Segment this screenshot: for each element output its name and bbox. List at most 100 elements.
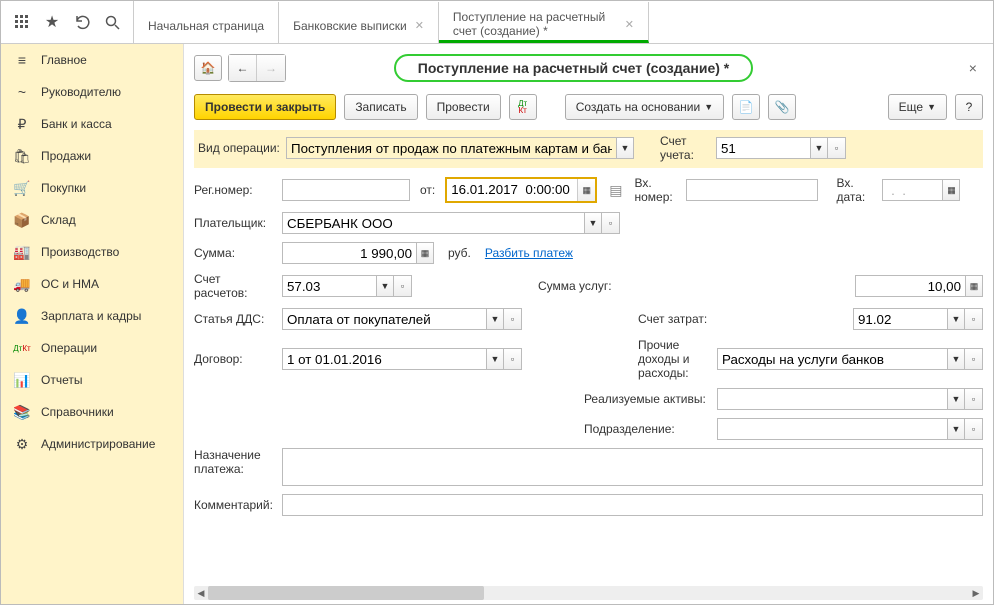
sidebar: ≡Главное ~Руководителю ₽Банк и касса 🛍Пр… <box>1 44 184 604</box>
close-button[interactable]: × <box>963 60 983 76</box>
split-payment-link[interactable]: Разбить платеж <box>485 246 573 260</box>
purpose-input[interactable] <box>282 448 983 486</box>
close-icon[interactable]: ✕ <box>625 18 634 31</box>
sidebar-item-admin[interactable]: ⚙Администрирование <box>1 428 183 460</box>
report-icon: 📊 <box>13 372 31 389</box>
date-field[interactable]: ▦ <box>445 177 597 203</box>
books-icon: 📚 <box>13 404 31 421</box>
attach-button[interactable]: 📎 <box>768 94 796 120</box>
comment-label: Комментарий: <box>194 498 276 512</box>
open-icon[interactable]: ▫ <box>828 137 846 159</box>
factory-icon: 🏭 <box>13 244 31 261</box>
tab-bank-statements[interactable]: Банковские выписки✕ <box>279 2 439 43</box>
open-icon[interactable]: ▫ <box>965 348 983 370</box>
in-number-input[interactable] <box>686 179 818 201</box>
contract-field[interactable]: ▼ ▫ <box>282 348 522 370</box>
contract-label: Договор: <box>194 352 276 366</box>
svc-sum-label: Сумма услуг: <box>538 279 648 293</box>
debit-credit-button[interactable]: ДтКт <box>509 94 537 120</box>
dropdown-icon[interactable]: ▼ <box>947 388 965 410</box>
forward-button[interactable]: → <box>257 55 285 81</box>
open-icon[interactable]: ▫ <box>965 418 983 440</box>
dropdown-icon[interactable]: ▼ <box>947 418 965 440</box>
post-and-close-button[interactable]: Провести и закрыть <box>194 94 336 120</box>
sidebar-item-reports[interactable]: 📊Отчеты <box>1 364 183 396</box>
open-icon[interactable]: ▫ <box>394 275 412 297</box>
create-based-button[interactable]: Создать на основании ▼ <box>565 94 724 120</box>
sidebar-item-hr[interactable]: 👤Зарплата и кадры <box>1 300 183 332</box>
scroll-right-icon[interactable]: ▶ <box>969 586 983 600</box>
dds-field[interactable]: ▼ ▫ <box>282 308 522 330</box>
apps-icon[interactable] <box>9 9 35 35</box>
tab-bar: Начальная страница Банковские выписки✕ П… <box>134 1 649 43</box>
dropdown-icon[interactable]: ▼ <box>376 275 394 297</box>
sidebar-item-warehouse[interactable]: 📦Склад <box>1 204 183 236</box>
calc-icon[interactable]: ▦ <box>416 242 434 264</box>
page-title: Поступление на расчетный счет (создание)… <box>394 54 753 82</box>
star-icon[interactable]: ★ <box>39 9 65 35</box>
dropdown-icon[interactable]: ▼ <box>616 137 634 159</box>
calendar-icon[interactable]: ▦ <box>577 179 595 201</box>
scroll-thumb[interactable] <box>208 586 484 600</box>
sidebar-item-assets[interactable]: 🚚ОС и НМА <box>1 268 183 300</box>
department-label: Подразделение: <box>584 422 711 436</box>
sidebar-item-purchases[interactable]: 🛒Покупки <box>1 172 183 204</box>
search-icon[interactable] <box>99 9 125 35</box>
settle-account-field[interactable]: ▼ ▫ <box>282 275 412 297</box>
chart-icon: ~ <box>13 84 31 100</box>
payer-label: Плательщик: <box>194 216 276 230</box>
save-button[interactable]: Записать <box>344 94 417 120</box>
more-button[interactable]: Еще ▼ <box>888 94 947 120</box>
open-icon[interactable]: ▫ <box>965 308 983 330</box>
sum-field[interactable]: ▦ <box>282 242 434 264</box>
calendar-icon[interactable]: ▦ <box>942 179 960 201</box>
h-scrollbar[interactable]: ◀ ▶ <box>194 586 983 600</box>
account-field[interactable]: ▼ ▫ <box>716 137 846 159</box>
dropdown-icon[interactable]: ▼ <box>947 348 965 370</box>
purpose-label: Назначение платежа: <box>194 448 276 476</box>
assets-field[interactable]: ▼ ▫ <box>717 388 983 410</box>
open-icon[interactable]: ▫ <box>602 212 620 234</box>
dropdown-icon[interactable]: ▼ <box>810 137 828 159</box>
tab-home[interactable]: Начальная страница <box>134 2 279 43</box>
post-button[interactable]: Провести <box>426 94 501 120</box>
sidebar-item-manager[interactable]: ~Руководителю <box>1 76 183 108</box>
sidebar-item-sales[interactable]: 🛍Продажи <box>1 140 183 172</box>
history-icon[interactable] <box>69 9 95 35</box>
open-icon[interactable]: ▫ <box>504 348 522 370</box>
tab-receipt[interactable]: Поступление на расчетный счет (создание)… <box>439 2 649 43</box>
dropdown-icon[interactable]: ▼ <box>584 212 602 234</box>
op-type-field[interactable]: ▼ <box>286 137 634 159</box>
scroll-left-icon[interactable]: ◀ <box>194 586 208 600</box>
print-button[interactable]: 📄 <box>732 94 760 120</box>
sidebar-item-catalogs[interactable]: 📚Справочники <box>1 396 183 428</box>
top-bar: ★ Начальная страница Банковские выписки✕… <box>1 1 993 44</box>
sidebar-item-main[interactable]: ≡Главное <box>1 44 183 76</box>
gear-icon: ⚙ <box>13 436 31 453</box>
cost-account-field[interactable]: ▼ ▫ <box>853 308 983 330</box>
person-icon: 👤 <box>13 308 31 325</box>
back-button[interactable]: ← <box>229 55 257 81</box>
open-icon[interactable]: ▫ <box>965 388 983 410</box>
in-date-field[interactable]: ▦ <box>882 179 960 201</box>
open-icon[interactable]: ▫ <box>504 308 522 330</box>
help-button[interactable]: ? <box>955 94 983 120</box>
comment-input[interactable] <box>282 494 983 516</box>
dropdown-icon[interactable]: ▼ <box>947 308 965 330</box>
sidebar-item-bank[interactable]: ₽Банк и касса <box>1 108 183 140</box>
payer-field[interactable]: ▼ ▫ <box>282 212 620 234</box>
home-button[interactable]: 🏠 <box>194 55 222 81</box>
sidebar-item-production[interactable]: 🏭Производство <box>1 236 183 268</box>
department-field[interactable]: ▼ ▫ <box>717 418 983 440</box>
other-income-label: Прочие доходы и расходы: <box>638 338 711 380</box>
reg-number-input[interactable] <box>282 179 410 201</box>
sidebar-item-operations[interactable]: ДтКтОперации <box>1 332 183 364</box>
calc-icon[interactable]: ▦ <box>965 275 983 297</box>
close-icon[interactable]: ✕ <box>415 19 424 32</box>
dropdown-icon[interactable]: ▼ <box>486 348 504 370</box>
svc-sum-field[interactable]: ▦ <box>855 275 983 297</box>
other-income-field[interactable]: ▼ ▫ <box>717 348 983 370</box>
menu-icon: ≡ <box>13 52 31 68</box>
from-label: от: <box>420 183 435 197</box>
dropdown-icon[interactable]: ▼ <box>486 308 504 330</box>
